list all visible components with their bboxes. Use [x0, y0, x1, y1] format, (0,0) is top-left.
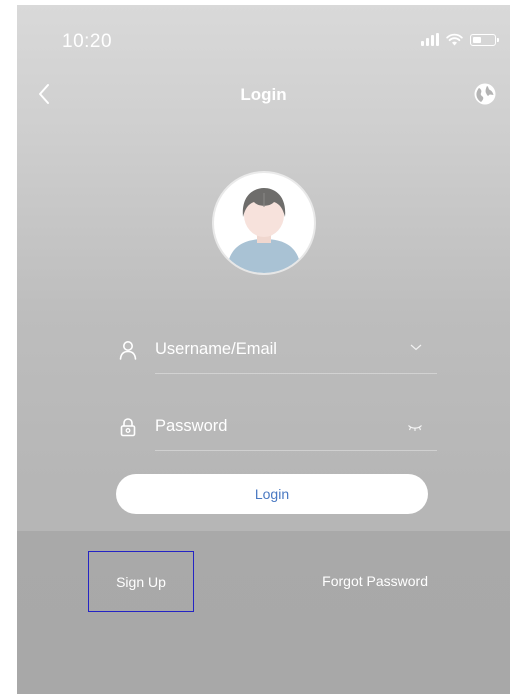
username-underline	[155, 373, 437, 374]
eye-closed-icon[interactable]	[407, 423, 423, 433]
battery-icon	[470, 33, 499, 46]
username-placeholder: Username/Email	[155, 340, 277, 358]
user-icon	[119, 341, 137, 360]
username-field[interactable]: Username/Email	[107, 328, 437, 374]
avatar	[214, 173, 314, 273]
status-icons	[421, 33, 499, 46]
language-button[interactable]	[473, 82, 497, 106]
signal-icon	[421, 33, 439, 46]
user-avatar-icon	[218, 177, 310, 273]
password-field[interactable]: Password	[107, 405, 437, 451]
password-underline	[155, 450, 437, 451]
status-time: 10:20	[62, 31, 113, 52]
lock-icon	[120, 418, 136, 437]
globe-icon	[474, 83, 496, 105]
sign-up-label: Sign Up	[116, 573, 166, 590]
wifi-icon	[446, 33, 463, 46]
sign-up-link[interactable]: Sign Up	[88, 551, 194, 612]
forgot-password-link[interactable]: Forgot Password	[322, 573, 428, 589]
chevron-down-icon[interactable]	[409, 342, 423, 352]
page-title: Login	[240, 85, 287, 104]
password-placeholder: Password	[155, 417, 228, 435]
login-screen: 10:20 Login Username/Email Password Logi…	[17, 5, 510, 694]
login-button[interactable]: Login	[116, 474, 428, 514]
